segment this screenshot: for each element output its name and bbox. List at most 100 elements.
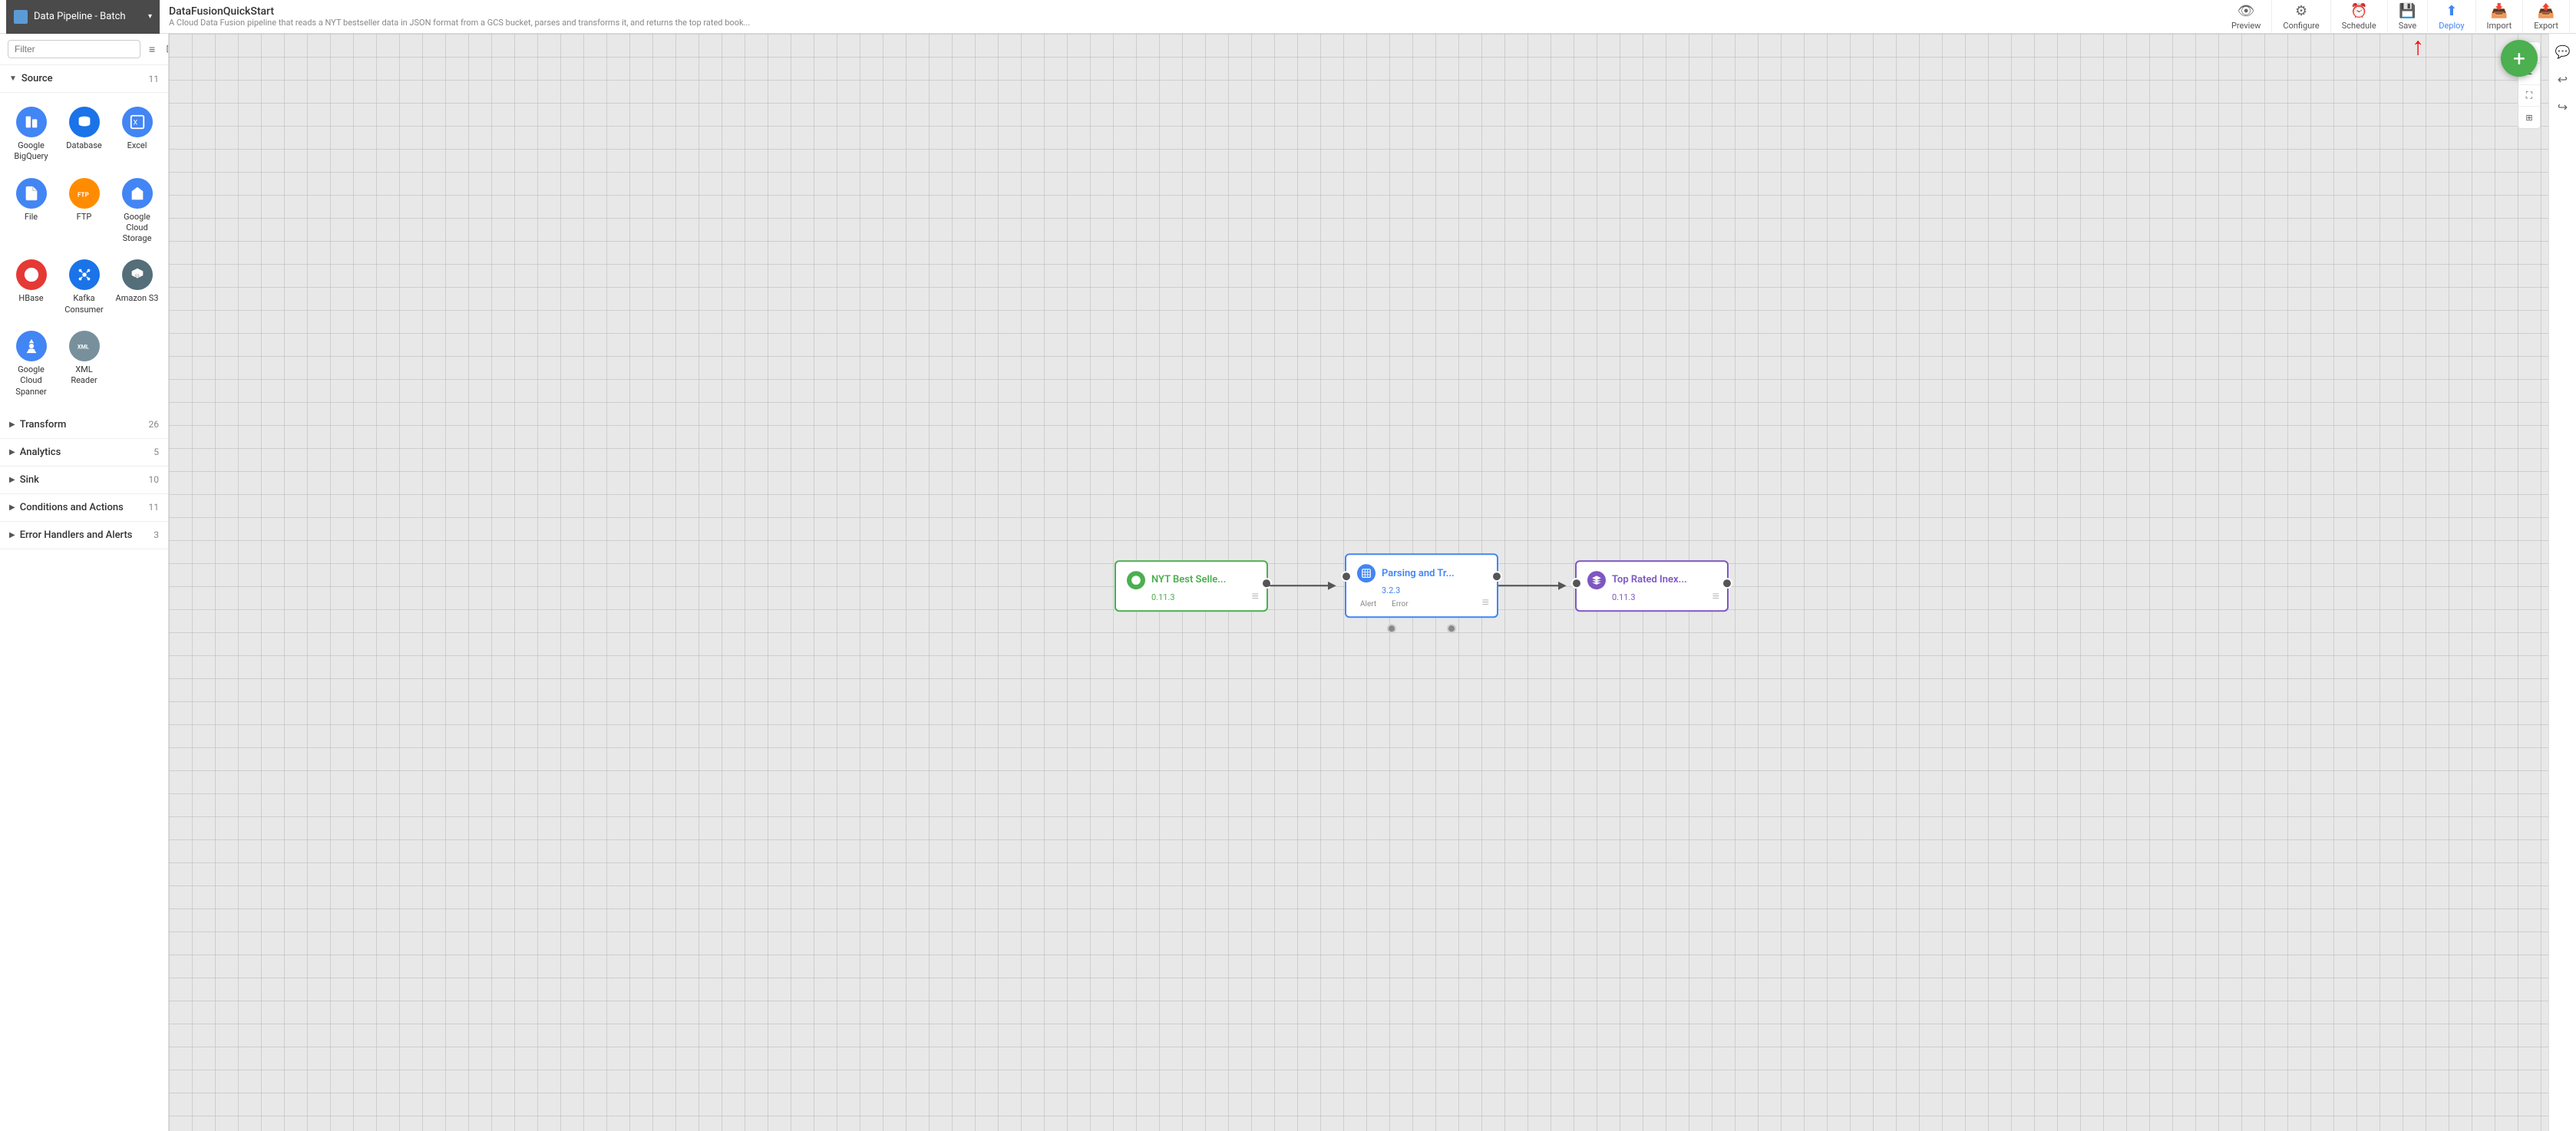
redo-button[interactable]: ↪: [2551, 95, 2574, 118]
plugin-ftp[interactable]: FTP FTP: [59, 172, 109, 251]
hbase-icon: HB: [16, 259, 47, 290]
pipeline-dropdown-arrow: ▾: [148, 12, 152, 21]
plugin-xml[interactable]: XML XML Reader: [59, 325, 109, 404]
plugin-spanner[interactable]: Google Cloud Spanner: [6, 325, 56, 404]
kafka-icon: [69, 259, 100, 290]
analytics-section-count: 5: [154, 447, 159, 457]
spanner-icon: [16, 331, 47, 361]
configure-icon: ⚙: [2295, 3, 2307, 19]
file-label: File: [25, 212, 38, 223]
error-port[interactable]: [1447, 624, 1456, 633]
source-section-header[interactable]: ▼ Source 11: [0, 65, 168, 93]
analytics-section-header[interactable]: ▶ Analytics 5: [0, 439, 168, 467]
conditions-arrow-icon: ▶: [9, 503, 15, 512]
plugin-database[interactable]: Database: [59, 101, 109, 169]
sink-section-header[interactable]: ▶ Sink 10: [0, 467, 168, 494]
save-button[interactable]: 💾 Save: [2388, 0, 2429, 34]
import-button[interactable]: 📥 Import: [2476, 0, 2524, 34]
configure-button[interactable]: ⚙ Configure: [2272, 0, 2330, 34]
filter-input[interactable]: [8, 40, 140, 58]
plugin-bigquery[interactable]: Google BigQuery: [6, 101, 56, 169]
kafka-label: Kafka Consumer: [62, 293, 106, 315]
sink-node-card[interactable]: Top Rated Inex... 0.11.3 ≡: [1575, 560, 1729, 612]
transform-section-count: 26: [149, 419, 160, 430]
transform-port-labels: Alert Error: [1360, 600, 1486, 608]
excel-label: Excel: [127, 140, 147, 151]
sink-input-port[interactable]: [1571, 578, 1582, 589]
sink-section-title: Sink: [20, 474, 149, 486]
file-icon: [16, 178, 47, 209]
transform-node-version: 3.2.3: [1382, 585, 1486, 595]
connector-arrow-2: ▶: [1558, 579, 1567, 592]
xml-icon: XML: [69, 331, 100, 361]
error-handlers-arrow-icon: ▶: [9, 531, 15, 539]
plugin-gcs[interactable]: Google Cloud Storage: [112, 172, 162, 251]
source-section-title: Source: [21, 73, 149, 84]
analytics-arrow-icon: ▶: [9, 448, 15, 457]
undo-button[interactable]: ↩: [2551, 68, 2574, 91]
export-label: Export: [2534, 21, 2558, 31]
plugin-excel[interactable]: X Excel: [112, 101, 162, 169]
error-handlers-section-header[interactable]: ▶ Error Handlers and Alerts 3: [0, 522, 168, 549]
s3-label: Amazon S3: [116, 293, 159, 304]
canvas-area[interactable]: + − ⛶ ⊞ 💬 ↩ ↪ NYT Best Selle...: [169, 34, 2576, 1131]
bigquery-icon: [16, 107, 47, 137]
add-fab-button[interactable]: +: [2501, 40, 2538, 77]
conditions-section-count: 11: [149, 502, 160, 513]
svg-text:X: X: [133, 120, 137, 127]
schedule-button[interactable]: ⏰ Schedule: [2331, 0, 2388, 34]
pipeline-canvas: NYT Best Selle... 0.11.3 ≡ ▶: [1115, 553, 1729, 618]
plugin-kafka[interactable]: Kafka Consumer: [59, 253, 109, 321]
svg-text:S3: S3: [134, 275, 139, 279]
pipeline-selector[interactable]: Data Pipeline - Batch ▾: [6, 0, 160, 34]
deploy-button[interactable]: ⬆ Deploy: [2428, 0, 2475, 34]
alert-port[interactable]: [1387, 624, 1396, 633]
comment-button[interactable]: 💬: [2551, 40, 2574, 63]
conditions-section-header[interactable]: ▶ Conditions and Actions 11: [0, 494, 168, 522]
error-handlers-section-title: Error Handlers and Alerts: [20, 529, 154, 541]
ftp-icon: FTP: [69, 178, 100, 209]
transform-input-port[interactable]: [1341, 571, 1352, 582]
transform-node-card[interactable]: Parsing and Tr... 3.2.3 Alert Error ≡: [1345, 553, 1498, 618]
minimap-button[interactable]: ⊞: [2518, 107, 2540, 128]
preview-button[interactable]: 👁 Preview: [2221, 0, 2272, 34]
schedule-icon: ⏰: [2350, 3, 2367, 19]
source-pipeline-node[interactable]: NYT Best Selle... 0.11.3 ≡: [1115, 560, 1268, 612]
plugin-file[interactable]: File: [6, 172, 56, 251]
canvas-right-panel: 💬 ↩ ↪: [2548, 34, 2576, 1131]
sink-arrow-icon: ▶: [9, 476, 15, 484]
source-node-title: NYT Best Selle...: [1151, 574, 1226, 585]
deploy-icon: ⬆: [2446, 3, 2457, 19]
connector-line-1: [1268, 585, 1329, 586]
gcs-label: Google Cloud Storage: [115, 212, 159, 245]
title-section: DataFusionQuickStart A Cloud Data Fusion…: [160, 2, 2221, 31]
svg-text:FTP: FTP: [77, 191, 88, 199]
transform-bottom-ports: [1346, 624, 1497, 633]
toolbar-icons: 👁 Preview ⚙ Configure ⏰ Schedule 💾 Save …: [2221, 0, 2570, 34]
view-toggle: ≡ ⊞: [145, 41, 169, 58]
fit-to-screen-button[interactable]: ⛶: [2518, 85, 2540, 107]
source-node-version: 0.11.3: [1151, 592, 1256, 602]
export-button[interactable]: 📤 Export: [2523, 0, 2570, 34]
sidebar: ≡ ⊞ « ▼ Source 11 Google BigQuery: [0, 34, 169, 1131]
sink-pipeline-node[interactable]: Top Rated Inex... 0.11.3 ≡: [1575, 560, 1729, 612]
svg-text:XML: XML: [77, 344, 88, 351]
transform-section-header[interactable]: ▶ Transform 26: [0, 411, 168, 439]
pipeline-icon: [14, 10, 28, 24]
s3-icon: S3: [122, 259, 153, 290]
transform-node-title: Parsing and Tr...: [1382, 568, 1455, 579]
sink-node-menu[interactable]: ≡: [1712, 589, 1719, 604]
transform-pipeline-node[interactable]: Parsing and Tr... 3.2.3 Alert Error ≡: [1345, 553, 1498, 618]
grid-view-button[interactable]: ⊞: [162, 41, 169, 58]
list-view-button[interactable]: ≡: [145, 41, 159, 58]
save-label: Save: [2399, 21, 2417, 31]
plugin-hbase[interactable]: HB HBase: [6, 253, 56, 321]
source-node-menu[interactable]: ≡: [1252, 589, 1259, 604]
plugin-s3[interactable]: S3 Amazon S3: [112, 253, 162, 321]
transform-node-menu[interactable]: ≡: [1482, 595, 1489, 610]
connector-line-2: [1498, 585, 1560, 586]
transform-arrow-icon: ▶: [9, 420, 15, 429]
sink-output-port[interactable]: [1722, 578, 1732, 589]
sink-node-version: 0.11.3: [1612, 592, 1716, 602]
source-node-card[interactable]: NYT Best Selle... 0.11.3 ≡: [1115, 560, 1268, 612]
